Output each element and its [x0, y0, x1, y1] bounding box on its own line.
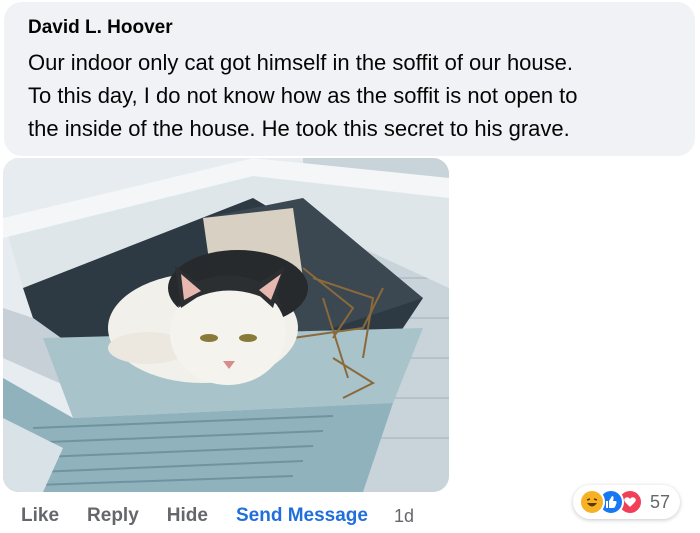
cat-in-soffit-photo [3, 158, 449, 492]
reaction-summary[interactable]: 57 [573, 485, 681, 519]
like-button[interactable]: Like [21, 505, 59, 527]
comment-text-line: Our indoor only cat got himself in the s… [28, 50, 574, 75]
hide-button[interactable]: Hide [167, 505, 208, 527]
reaction-count: 57 [650, 491, 671, 512]
comment-bubble: David L. Hoover Our indoor only cat got … [4, 2, 695, 156]
comment-actions: Like Reply Hide Send Message 1d [21, 505, 414, 527]
comment-text-line: the inside of the house. He took this se… [28, 116, 570, 141]
reply-button[interactable]: Reply [87, 505, 139, 527]
comment-photo[interactable] [3, 158, 449, 492]
comment: David L. Hoover Our indoor only cat got … [0, 0, 700, 533]
comment-author[interactable]: David L. Hoover [28, 16, 675, 40]
haha-reaction-icon [579, 489, 605, 515]
comment-text-line: To this day, I do not know how as the so… [28, 83, 578, 108]
comment-timestamp[interactable]: 1d [394, 506, 414, 527]
send-message-button[interactable]: Send Message [236, 505, 368, 527]
comment-text: Our indoor only cat got himself in the s… [28, 46, 675, 145]
